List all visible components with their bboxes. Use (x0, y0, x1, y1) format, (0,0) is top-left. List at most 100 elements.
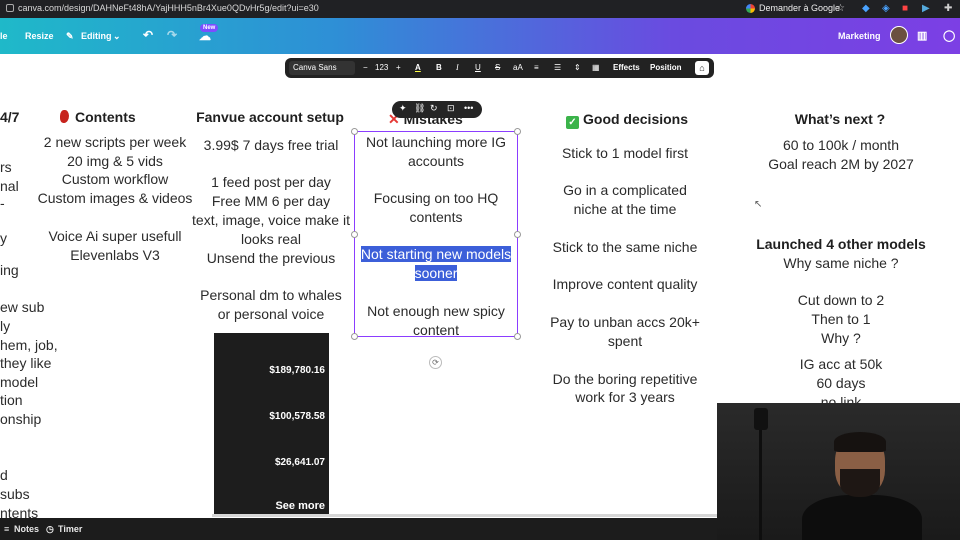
text-line: 2 new scripts per week (43, 134, 187, 150)
spacing-icon[interactable]: ⇕ (574, 63, 581, 72)
text-line: model (0, 374, 39, 390)
text-line: rs (0, 159, 12, 175)
text-line: nal (0, 178, 19, 194)
align-center-icon[interactable]: ≡ (534, 63, 539, 72)
google-ask-button[interactable]: Demander à Google (746, 3, 840, 13)
position-button[interactable]: Position (650, 63, 682, 72)
text-line: Why ? (821, 330, 861, 346)
timer-button[interactable]: Timer (58, 524, 82, 534)
lock-icon[interactable]: ⊡ (447, 103, 455, 114)
resize-handle[interactable] (351, 231, 358, 238)
text-toolbar: Canva Sans − 123 + A B I U S aA ≡ ☰ ⇕ ▦ … (285, 58, 714, 78)
bold-button[interactable]: B (436, 63, 442, 72)
star-icon[interactable]: ☆ (836, 3, 845, 14)
element-mini-toolbar: ✦ ⛓ ↻ ⊡ ••• (392, 101, 482, 118)
magic-icon[interactable]: ✦ (399, 103, 407, 114)
puzzle-icon[interactable]: ✚ (944, 3, 952, 14)
resize-handle[interactable] (514, 231, 521, 238)
text-selection: Not starting new models (360, 246, 512, 262)
resize-button[interactable]: Resize (25, 31, 54, 41)
font-size-input[interactable]: 123 (375, 63, 388, 72)
url-text: canva.com/design/DAHNeFt48hA/YajHHH5nBr4… (18, 3, 319, 13)
earnings-screenshot[interactable]: $189,780.16 $100,578.58 $26,641.07 See m… (214, 333, 329, 516)
rotate-handle-icon[interactable]: ⟳ (429, 356, 442, 369)
text-color-button[interactable]: A (415, 63, 421, 72)
see-more-link[interactable]: See more (275, 500, 325, 512)
text-line: Stick to the same niche (552, 239, 698, 255)
text-line: contents (409, 209, 463, 225)
extension-icon[interactable]: ▶ (922, 3, 930, 14)
redo-icon[interactable]: ↷ (167, 28, 177, 42)
text-line: 20 img & 5 vids (67, 153, 163, 169)
text-line: they like (0, 355, 52, 371)
letter-case-button[interactable]: aA (513, 63, 523, 72)
font-size-decrease[interactable]: − (363, 63, 368, 72)
text-line: Free MM 6 per day (211, 193, 331, 209)
undo-icon[interactable]: ↶ (143, 28, 153, 42)
checkmark-icon: ✓ (566, 116, 579, 129)
text-line: work for 3 years (575, 389, 675, 405)
pencil-icon[interactable]: ✎ (66, 31, 74, 42)
marketing-button[interactable]: Marketing (838, 31, 881, 41)
underline-button[interactable]: U (475, 63, 481, 72)
good-decisions-heading-text: Good decisions (583, 111, 689, 127)
contents-heading[interactable]: Contents (60, 109, 170, 125)
good-decisions-heading[interactable]: ✓ Good decisions (566, 111, 696, 129)
lamp-shape (754, 408, 768, 430)
text-line: Not launching more IG (365, 134, 507, 150)
avatar[interactable] (890, 26, 908, 44)
text-line: ew sub (0, 299, 45, 315)
text-line: 3.99$ 7 days free trial (203, 137, 339, 153)
chili-pepper-icon (60, 110, 69, 123)
text-line: Then to 1 (811, 311, 871, 327)
text-line: Unsend the previous (206, 250, 336, 266)
text-line: text, image, voice make it (192, 212, 350, 228)
fanvue-heading[interactable]: Fanvue account setup (190, 109, 350, 125)
launched-models-heading[interactable]: Launched 4 other models (750, 236, 932, 252)
text-line: Focusing on too HQ (373, 190, 499, 206)
text-line: Why same niche ? (783, 255, 899, 271)
column-heading: 4/7 (0, 109, 20, 125)
horizontal-scrollbar[interactable] (212, 514, 717, 517)
editor-topbar: le Resize ✎ Editing ⌄ ↶ ↷ ☁ New Marketin… (0, 18, 960, 54)
analytics-icon[interactable]: ▥ (917, 29, 927, 42)
more-options-icon[interactable]: ••• (464, 103, 473, 113)
highlighted-text-line: Not starting new models (354, 246, 518, 262)
comment-icon[interactable]: ◯ (943, 29, 955, 42)
text-line: Stick to 1 model first (561, 145, 689, 161)
paint-format-icon[interactable]: ⌂ (695, 61, 709, 75)
mouse-cursor-icon: ↖ (754, 199, 763, 210)
text-line: Voice Ai super usefull (48, 228, 182, 244)
list-icon[interactable]: ☰ (554, 63, 561, 72)
text-line: ing (0, 262, 19, 278)
editing-mode-button[interactable]: Editing (81, 31, 112, 41)
extension-icon[interactable]: ◈ (882, 3, 890, 14)
file-menu[interactable]: le (0, 31, 8, 41)
font-selector[interactable]: Canva Sans (289, 61, 355, 75)
text-selection: sooner (414, 265, 458, 281)
refresh-icon[interactable]: ↻ (430, 103, 438, 114)
google-icon (746, 3, 755, 13)
extension-icon[interactable]: ◆ (862, 3, 870, 14)
person-body-shape (802, 495, 922, 540)
text-line: - (0, 195, 5, 211)
transparency-icon[interactable]: ▦ (592, 63, 600, 72)
extension-icon[interactable]: ■ (902, 3, 908, 14)
chevron-down-icon[interactable]: ⌄ (113, 31, 121, 42)
earnings-amount: $100,578.58 (269, 411, 325, 422)
notes-button[interactable]: Notes (14, 524, 39, 534)
lamp-pole-shape (759, 430, 762, 540)
strikethrough-button[interactable]: S (495, 63, 500, 72)
timer-icon[interactable]: ◷ (46, 524, 54, 535)
bottom-bar: ≡ Notes ◷ Timer (0, 518, 717, 540)
font-size-increase[interactable]: + (396, 63, 401, 72)
italic-button[interactable]: I (456, 63, 459, 72)
effects-button[interactable]: Effects (613, 63, 640, 72)
whats-next-heading[interactable]: What’s next ? (760, 111, 920, 127)
webcam-overlay (717, 403, 960, 540)
link-icon[interactable]: ⛓ (414, 103, 425, 114)
browser-bar: canva.com/design/DAHNeFt48hA/YajHHH5nBr4… (0, 0, 960, 18)
text-line: Go in a complicated (563, 182, 687, 198)
address-bar[interactable]: canva.com/design/DAHNeFt48hA/YajHHH5nBr4… (6, 3, 319, 13)
notes-icon[interactable]: ≡ (4, 524, 9, 534)
